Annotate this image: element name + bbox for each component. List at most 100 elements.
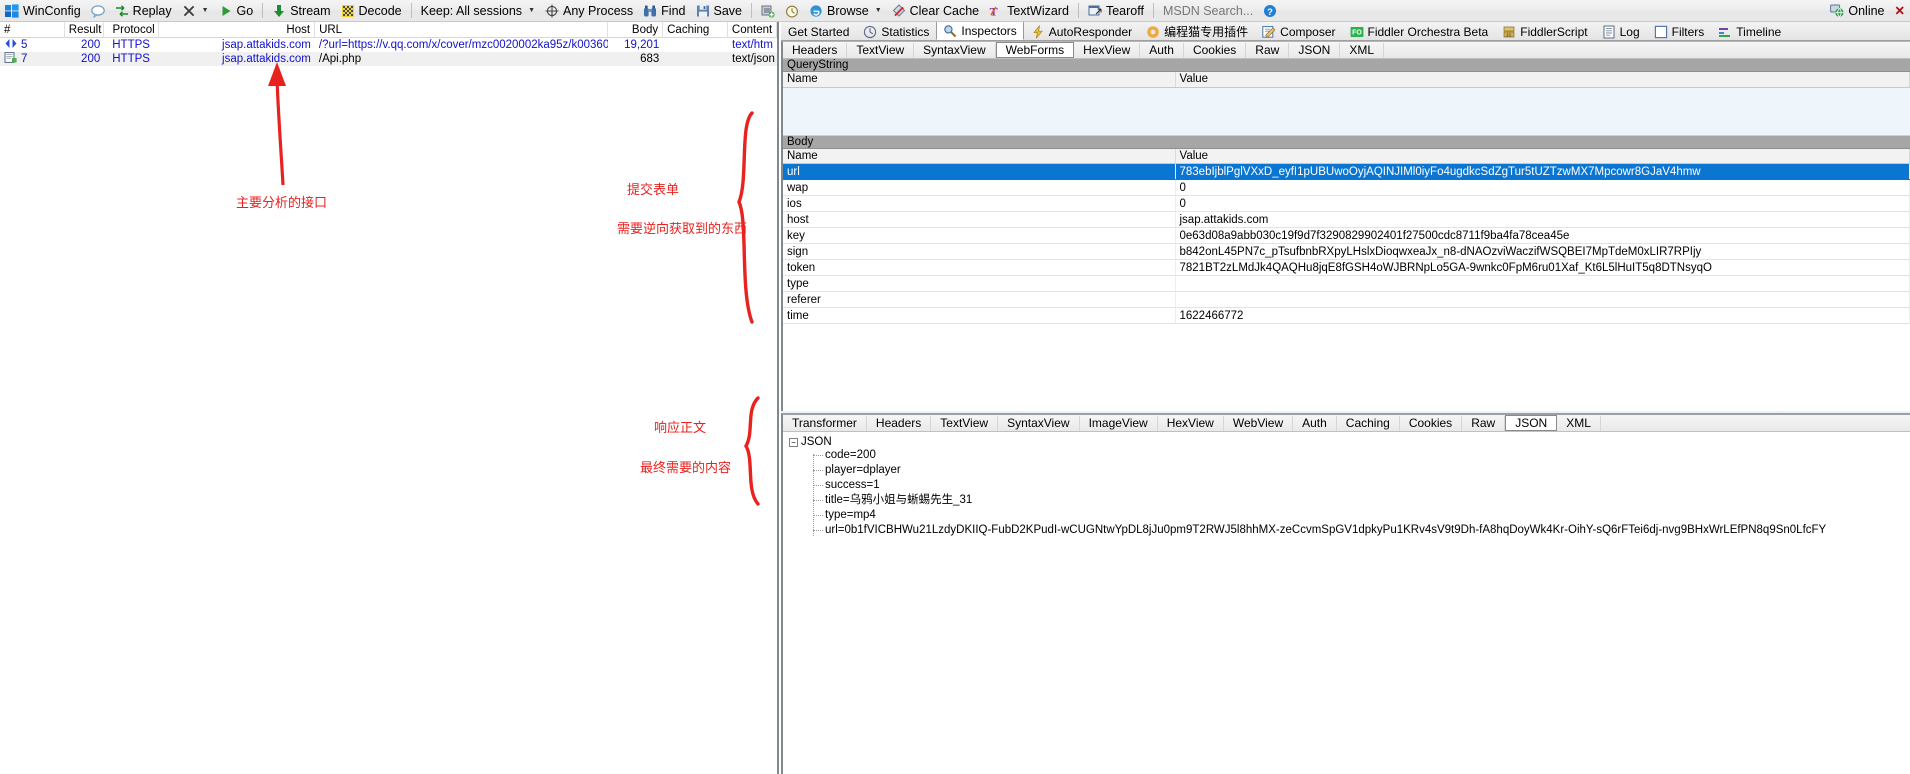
toolbar-browse-button[interactable]: Browse ▼ bbox=[804, 1, 887, 21]
table-row[interactable]: 7 200 HTTPS jsap.attakids.com /Api.php 6… bbox=[0, 52, 777, 66]
json-node-url[interactable]: url=0b1fVICBHWu21LzdyDKIIQ-FubD2KPudI-wC… bbox=[813, 523, 1904, 538]
toolbar-msdn-search-input[interactable]: MSDN Search... bbox=[1158, 1, 1258, 21]
tab-req-xml[interactable]: XML bbox=[1340, 42, 1385, 58]
table-row[interactable]: url 783ebIjblPglVXxD_eyfI1pUBUwoOyjAQINJ… bbox=[783, 163, 1910, 180]
json-tree-view[interactable]: − JSON code=200 player=dplayer success=1… bbox=[783, 432, 1910, 542]
tab-composer[interactable]: Composer bbox=[1255, 22, 1342, 40]
tab-fiddler-orchestra[interactable]: FO Fiddler Orchestra Beta bbox=[1343, 22, 1496, 40]
table-row[interactable]: 5 200 HTTPS jsap.attakids.com /?url=http… bbox=[0, 38, 777, 52]
table-row[interactable]: ios 0 bbox=[783, 195, 1910, 212]
table-row[interactable]: token 7821BT2zLMdJk4QAQHu8jqE8fGSH4oWJBR… bbox=[783, 259, 1910, 276]
toolbar-close-button[interactable]: ✕ bbox=[1890, 1, 1910, 21]
clear-chevron-down-icon[interactable]: ▼ bbox=[202, 7, 209, 14]
tab-resp-xml[interactable]: XML bbox=[1557, 415, 1601, 431]
toolbar-clear-button[interactable]: ▼ bbox=[177, 1, 214, 21]
toolbar-textwizard-button[interactable]: T TextWizard bbox=[984, 1, 1074, 21]
stream-arrow-icon bbox=[272, 4, 286, 18]
tab-req-raw[interactable]: Raw bbox=[1246, 42, 1290, 58]
querystring-col-name[interactable]: Name bbox=[783, 72, 1176, 88]
keep-chevron-down-icon[interactable]: ▼ bbox=[528, 7, 535, 14]
json-node-player[interactable]: player=dplayer bbox=[813, 463, 1904, 478]
column-header-body[interactable]: Body bbox=[608, 22, 664, 38]
browse-chevron-down-icon[interactable]: ▼ bbox=[875, 7, 882, 14]
json-tree-root[interactable]: − JSON bbox=[789, 436, 1904, 448]
blue-arrows-icon bbox=[4, 38, 18, 49]
table-row[interactable]: host jsap.attakids.com bbox=[783, 211, 1910, 228]
column-header-host[interactable]: Host bbox=[159, 22, 316, 38]
querystring-table[interactable]: Name Value bbox=[783, 72, 1910, 88]
toolbar-comment-button[interactable] bbox=[86, 1, 110, 21]
toolbar-online-status[interactable]: Online bbox=[1825, 1, 1889, 21]
json-node-success[interactable]: success=1 bbox=[813, 478, 1904, 493]
tab-resp-cookies[interactable]: Cookies bbox=[1400, 415, 1463, 431]
tab-req-syntaxview[interactable]: SyntaxView bbox=[914, 42, 996, 58]
toolbar-textwizard-label: TextWizard bbox=[1007, 3, 1069, 18]
table-row[interactable]: time 1622466772 bbox=[783, 307, 1910, 324]
toolbar-help-button[interactable]: ? bbox=[1258, 1, 1282, 21]
column-header-content[interactable]: Content bbox=[728, 22, 777, 38]
tab-statistics[interactable]: Statistics bbox=[856, 22, 936, 40]
toolbar-find-button[interactable]: Find bbox=[638, 1, 690, 21]
toolbar-stream-button[interactable]: Stream bbox=[267, 1, 335, 21]
table-row[interactable]: wap 0 bbox=[783, 179, 1910, 196]
tab-filters[interactable]: Filters bbox=[1647, 22, 1712, 40]
tab-log[interactable]: Log bbox=[1595, 22, 1647, 40]
toolbar-keep-sessions-dropdown[interactable]: Keep: All sessions ▼ bbox=[416, 1, 540, 21]
body-col-value[interactable]: Value bbox=[1175, 148, 1910, 164]
table-row[interactable]: sign b842onL45PN7c_pTsufbnbRXpyLHslxDioq… bbox=[783, 243, 1910, 260]
table-row[interactable]: type bbox=[783, 275, 1910, 292]
tab-req-textview[interactable]: TextView bbox=[847, 42, 915, 58]
toolbar-any-process-button[interactable]: Any Process bbox=[540, 1, 638, 21]
column-header-caching[interactable]: Caching bbox=[663, 22, 728, 38]
tab-req-webforms[interactable]: WebForms bbox=[995, 42, 1075, 58]
tab-resp-webview[interactable]: WebView bbox=[1224, 415, 1294, 431]
tab-req-headers[interactable]: Headers bbox=[783, 42, 848, 58]
toolbar-screenshot-button[interactable] bbox=[756, 1, 780, 21]
tab-resp-caching[interactable]: Caching bbox=[1337, 415, 1400, 431]
tab-req-auth[interactable]: Auth bbox=[1140, 42, 1184, 58]
composer-pencil-icon bbox=[1262, 25, 1276, 39]
tab-req-cookies[interactable]: Cookies bbox=[1184, 42, 1247, 58]
toolbar-replay-button[interactable]: Replay bbox=[110, 1, 177, 21]
tab-resp-textview[interactable]: TextView bbox=[931, 415, 999, 431]
session-list-panel[interactable]: # Result Protocol Host URL Body Caching … bbox=[0, 22, 779, 774]
column-header-protocol[interactable]: Protocol bbox=[104, 22, 160, 38]
toolbar-save-button[interactable]: Save bbox=[691, 1, 748, 21]
toolbar-clear-cache-button[interactable]: Clear Cache bbox=[887, 1, 984, 21]
tab-resp-imageview[interactable]: ImageView bbox=[1080, 415, 1158, 431]
body-col-name[interactable]: Name bbox=[783, 148, 1176, 164]
toolbar-winconfig-button[interactable]: WinConfig bbox=[0, 1, 86, 21]
tab-codemao-plugin[interactable]: 编程猫专用插件 bbox=[1139, 22, 1255, 40]
querystring-col-value[interactable]: Value bbox=[1175, 72, 1910, 88]
tab-timeline[interactable]: Timeline bbox=[1711, 22, 1788, 40]
json-node-title[interactable]: title=乌鸦小姐与蜥蜴先生_31 bbox=[813, 493, 1904, 508]
tab-fiddlerscript[interactable]: JS FiddlerScript bbox=[1495, 22, 1594, 40]
body-table[interactable]: Name Value url 783ebIjblPglVXxD_eyfI1pUB… bbox=[783, 148, 1910, 324]
tab-resp-auth[interactable]: Auth bbox=[1293, 415, 1337, 431]
tab-resp-json[interactable]: JSON bbox=[1505, 415, 1558, 431]
tab-get-started[interactable]: Get Started bbox=[781, 22, 856, 40]
json-node-type[interactable]: type=mp4 bbox=[813, 508, 1904, 523]
toolbar-decode-button[interactable]: Decode bbox=[336, 1, 407, 21]
collapse-toggle-icon[interactable]: − bbox=[789, 437, 798, 447]
tab-resp-syntaxview[interactable]: SyntaxView bbox=[998, 415, 1080, 431]
toolbar-tearoff-button[interactable]: Tearoff bbox=[1083, 1, 1149, 21]
column-header-number[interactable]: # bbox=[0, 22, 65, 38]
tab-req-json[interactable]: JSON bbox=[1289, 42, 1341, 58]
tab-resp-hexview[interactable]: HexView bbox=[1158, 415, 1224, 431]
toolbar-go-button[interactable]: Go bbox=[214, 1, 259, 21]
table-row[interactable]: referer bbox=[783, 291, 1910, 308]
tab-req-hexview[interactable]: HexView bbox=[1074, 42, 1141, 58]
tab-inspectors[interactable]: Inspectors bbox=[936, 22, 1024, 40]
toolbar-timer-button[interactable] bbox=[780, 1, 804, 21]
json-node-code[interactable]: code=200 bbox=[813, 448, 1904, 463]
column-header-url[interactable]: URL bbox=[315, 22, 608, 38]
toolbar-browse-label: Browse bbox=[827, 3, 869, 18]
tab-autoresponder[interactable]: AutoResponder bbox=[1024, 22, 1139, 40]
session-content-cell: text/htm bbox=[732, 39, 773, 51]
tab-resp-headers[interactable]: Headers bbox=[867, 415, 932, 431]
tab-resp-transformer[interactable]: Transformer bbox=[783, 415, 867, 431]
column-header-result[interactable]: Result bbox=[65, 22, 105, 38]
table-row[interactable]: key 0e63d08a9abb030c19f9d7f3290829902401… bbox=[783, 227, 1910, 244]
tab-resp-raw[interactable]: Raw bbox=[1462, 415, 1506, 431]
